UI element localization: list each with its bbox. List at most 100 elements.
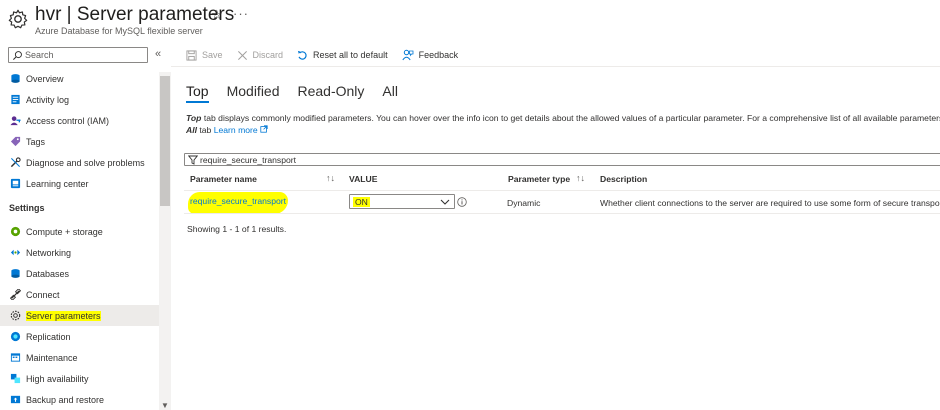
learn-more-label: Learn more [213, 125, 258, 135]
backup-icon [10, 395, 21, 404]
sidebar-item-label: Maintenance [26, 352, 78, 363]
mysql-icon [11, 74, 20, 83]
tag-icon [10, 136, 21, 147]
parameter-tabs: Top Modified Read-Only All [186, 83, 416, 103]
sidebar-item-label: High availability [26, 373, 89, 384]
page-header: hvr | Server parameters Azure Database f… [0, 0, 940, 42]
sidebar-item-server-parameters[interactable]: Server parameters [0, 305, 159, 326]
sidebar-item-backup-restore[interactable]: Backup and restore [0, 389, 159, 410]
scrollbar-thumb[interactable] [160, 76, 170, 206]
parameter-name-link[interactable]: require_secure_transport [188, 192, 289, 214]
tab-read-only[interactable]: Read-Only [298, 83, 365, 103]
feedback-button[interactable]: Feedback [401, 49, 459, 61]
save-button[interactable]: Save [186, 49, 223, 61]
favorite-star-icon[interactable]: ☆ [211, 7, 223, 23]
collapse-sidebar-icon[interactable]: « [155, 48, 161, 60]
header-divider [184, 190, 940, 191]
sidebar-scrollbar[interactable]: ▼ [159, 72, 171, 410]
sidebar-item-label: Networking [26, 247, 72, 258]
sidebar-item-label: Overview [26, 73, 64, 84]
sidebar-item-learning-center[interactable]: Learning center [0, 173, 159, 194]
description-cell: Whether client connections to the server… [600, 198, 940, 208]
compute-icon [10, 226, 21, 237]
sidebar-item-label: Compute + storage [26, 226, 103, 237]
sidebar-item-activity-log[interactable]: Activity log [0, 89, 159, 110]
col-header-value: VALUE [349, 174, 378, 184]
learning-icon [10, 178, 21, 189]
sidebar-item-compute-storage[interactable]: Compute + storage [0, 221, 159, 242]
gear-icon [8, 9, 28, 29]
reset-label: Reset all to default [313, 50, 388, 60]
wrench-icon [10, 157, 21, 168]
col-header-parameter-type[interactable]: Parameter type [508, 174, 570, 184]
gear-icon [10, 310, 21, 321]
maintenance-icon [10, 353, 21, 362]
sidebar-item-diagnose[interactable]: Diagnose and solve problems [0, 152, 159, 173]
tab-description: Top tab displays commonly modified param… [186, 112, 940, 136]
results-count: Showing 1 - 1 of 1 results. [187, 224, 287, 234]
sidebar-item-label: Server parameters [26, 310, 101, 321]
filter-input[interactable] [200, 154, 800, 165]
sidebar-item-label: Replication [26, 331, 71, 342]
iam-icon [10, 116, 21, 126]
value-dropdown[interactable]: ON [349, 194, 455, 209]
section-settings: Settings [9, 202, 45, 213]
filter-box[interactable] [184, 153, 940, 166]
sidebar-item-maintenance[interactable]: Maintenance [0, 347, 159, 368]
database-icon [11, 269, 20, 278]
row-divider [184, 213, 940, 214]
parameter-type-cell: Dynamic [507, 198, 541, 208]
page-title: hvr | Server parameters [35, 4, 235, 25]
sidebar-nav: Overview Activity log Access control (IA… [0, 68, 159, 410]
sidebar-item-label: Tags [26, 136, 46, 147]
sidebar-item-access-control[interactable]: Access control (IAM) [0, 110, 159, 131]
tab-all[interactable]: All [382, 83, 398, 103]
value-dropdown-selected: ON [353, 197, 370, 207]
reset-icon [297, 50, 307, 60]
sidebar-item-connect[interactable]: Connect [0, 284, 159, 305]
high-availability-icon [10, 373, 21, 384]
desc-text-2: tab [196, 125, 214, 135]
info-icon[interactable] [457, 197, 467, 207]
sidebar-search[interactable] [8, 47, 148, 63]
sidebar-item-high-availability[interactable]: High availability [0, 368, 159, 389]
toolbar-divider [171, 66, 940, 67]
discard-button[interactable]: Discard [237, 50, 284, 61]
sidebar-search-input[interactable] [25, 48, 145, 62]
feedback-label: Feedback [418, 50, 459, 60]
scroll-down-icon[interactable]: ▼ [161, 401, 169, 410]
sidebar-item-replication[interactable]: Replication [0, 326, 159, 347]
sidebar-item-label: Databases [26, 268, 70, 279]
external-link-icon [260, 125, 268, 133]
sort-icon[interactable]: ↑↓ [326, 173, 335, 183]
more-options-icon[interactable]: ··· [233, 6, 249, 21]
sidebar-item-label: Diagnose and solve problems [26, 157, 145, 168]
sidebar-item-tags[interactable]: Tags [0, 131, 159, 152]
sidebar-item-label: Activity log [26, 94, 70, 105]
chevron-down-icon [440, 199, 450, 205]
sidebar: « Overview Activity log Access control (… [0, 42, 171, 410]
sidebar-item-overview[interactable]: Overview [0, 68, 159, 89]
save-icon [186, 49, 197, 61]
tab-modified[interactable]: Modified [227, 83, 280, 103]
feedback-icon [401, 49, 413, 61]
sidebar-item-label: Backup and restore [26, 394, 105, 405]
col-header-parameter-name[interactable]: Parameter name [190, 174, 257, 184]
col-header-description: Description [600, 174, 648, 184]
connect-icon [10, 289, 21, 300]
save-label: Save [202, 50, 223, 60]
sidebar-item-networking[interactable]: Networking [0, 242, 159, 263]
activity-log-icon [11, 94, 20, 105]
discard-label: Discard [252, 50, 284, 60]
sidebar-item-label: Connect [26, 289, 60, 300]
sort-icon[interactable]: ↑↓ [576, 173, 585, 183]
command-bar: Save Discard Reset all to default Feedba… [186, 47, 472, 63]
replication-icon [10, 331, 21, 342]
filter-icon [188, 155, 198, 165]
sidebar-item-label: Access control (IAM) [26, 115, 110, 126]
tab-top[interactable]: Top [186, 83, 209, 103]
learn-more-link[interactable]: Learn more [214, 125, 268, 135]
sidebar-item-databases[interactable]: Databases [0, 263, 159, 284]
reset-all-button[interactable]: Reset all to default [297, 50, 388, 61]
page-subtitle: Azure Database for MySQL flexible server [35, 26, 203, 36]
